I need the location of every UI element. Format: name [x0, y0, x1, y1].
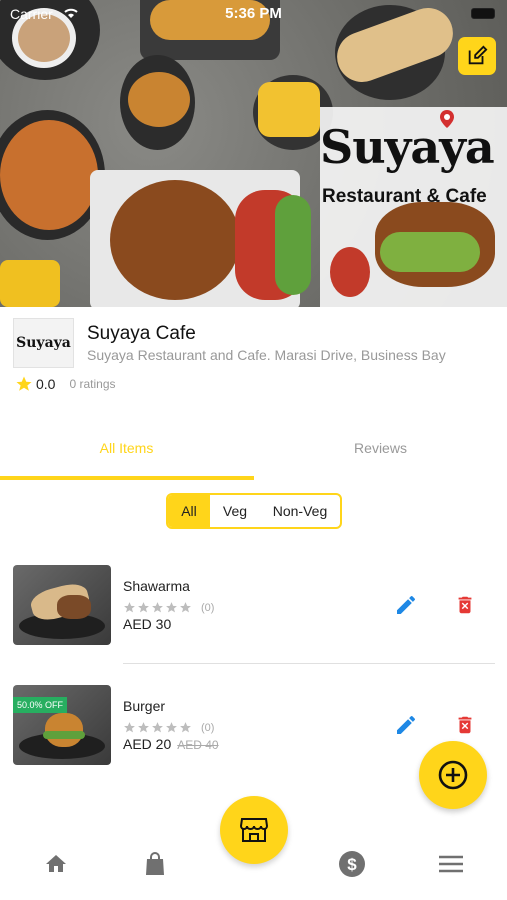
store-logo-text: Suyaya	[16, 335, 71, 351]
edit-square-icon	[468, 45, 488, 65]
star-outline-icon	[138, 722, 149, 733]
nav-orders[interactable]	[141, 850, 169, 878]
location-pin-icon	[440, 110, 454, 128]
home-icon	[46, 855, 66, 872]
item-rating-count: (0)	[201, 721, 215, 734]
filter-all[interactable]: All	[168, 495, 210, 527]
active-tab-indicator	[0, 476, 254, 480]
nav-home[interactable]	[42, 850, 70, 878]
menu-icon	[439, 855, 463, 873]
edit-item-button[interactable]	[393, 592, 419, 618]
price-current: AED 30	[123, 616, 172, 632]
item-price: AED 30	[123, 616, 171, 632]
star-icon	[16, 376, 32, 391]
store-logo: Suyaya	[13, 318, 74, 368]
item-divider	[123, 663, 495, 664]
rating-value: 0.0	[36, 376, 56, 392]
item-name: Shawarma	[123, 578, 190, 594]
status-bar: Carrier 5:36 PM	[0, 0, 507, 28]
filter-non-veg[interactable]: Non-Veg	[260, 495, 340, 527]
item-image-burger: 50.0% OFF	[13, 685, 111, 765]
delete-icon	[458, 596, 472, 614]
ratings-count: 0 ratings	[69, 377, 116, 391]
delete-icon	[458, 716, 472, 734]
star-outline-icon	[166, 722, 177, 733]
star-outline-icon	[124, 602, 135, 613]
nav-store[interactable]	[220, 796, 288, 864]
svg-text:$: $	[347, 855, 357, 874]
item-rating: (0)	[123, 601, 214, 614]
delete-item-button[interactable]	[452, 712, 478, 738]
star-outline-icon	[180, 602, 191, 613]
star-outline-icon	[166, 602, 177, 613]
nav-menu[interactable]	[437, 850, 465, 878]
tab-all-items[interactable]: All Items	[0, 430, 253, 480]
edit-store-button[interactable]	[458, 37, 496, 75]
star-outline-icon	[124, 722, 135, 733]
battery-icon	[471, 8, 495, 19]
price-current: AED 20	[123, 736, 172, 752]
delete-item-button[interactable]	[452, 592, 478, 618]
item-image-shawarma	[13, 565, 111, 645]
star-outline-icon	[138, 602, 149, 613]
add-item-button[interactable]	[419, 741, 487, 809]
discount-badge: 50.0% OFF	[13, 697, 68, 713]
item-rating: (0)	[123, 721, 214, 734]
plus-circle-icon	[438, 760, 468, 790]
store-address: Suyaya Restaurant and Cafe. Marasi Drive…	[87, 347, 446, 363]
tab-reviews[interactable]: Reviews	[254, 430, 507, 480]
status-time: 5:36 PM	[225, 5, 282, 22]
store-rating: 0.0 0 ratings	[15, 375, 116, 393]
filter-veg[interactable]: Veg	[210, 495, 260, 527]
brand-subtitle: Restaurant & Cafe	[322, 186, 487, 207]
star-outline-icon	[180, 722, 191, 733]
price-original: AED 40	[177, 738, 219, 752]
shopping-bag-icon	[146, 852, 164, 875]
item-price: AED 20 AED 40	[123, 736, 219, 752]
store-icon	[240, 818, 268, 842]
dollar-icon: $	[339, 851, 365, 877]
edit-item-button[interactable]	[393, 712, 419, 738]
store-name: Suyaya Cafe	[87, 323, 196, 344]
list-item[interactable]: Shawarma (0) AED 30	[0, 565, 507, 655]
nav-earnings[interactable]: $	[338, 850, 366, 878]
veg-filter: All Veg Non-Veg	[166, 493, 342, 529]
star-outline-icon	[152, 602, 163, 613]
star-outline-icon	[152, 722, 163, 733]
brand-title: Suyaya	[320, 120, 495, 174]
pencil-icon	[397, 595, 416, 614]
item-rating-count: (0)	[201, 601, 215, 614]
pencil-icon	[397, 715, 416, 734]
item-name: Burger	[123, 698, 166, 714]
tab-bar: All Items Reviews	[0, 430, 507, 480]
